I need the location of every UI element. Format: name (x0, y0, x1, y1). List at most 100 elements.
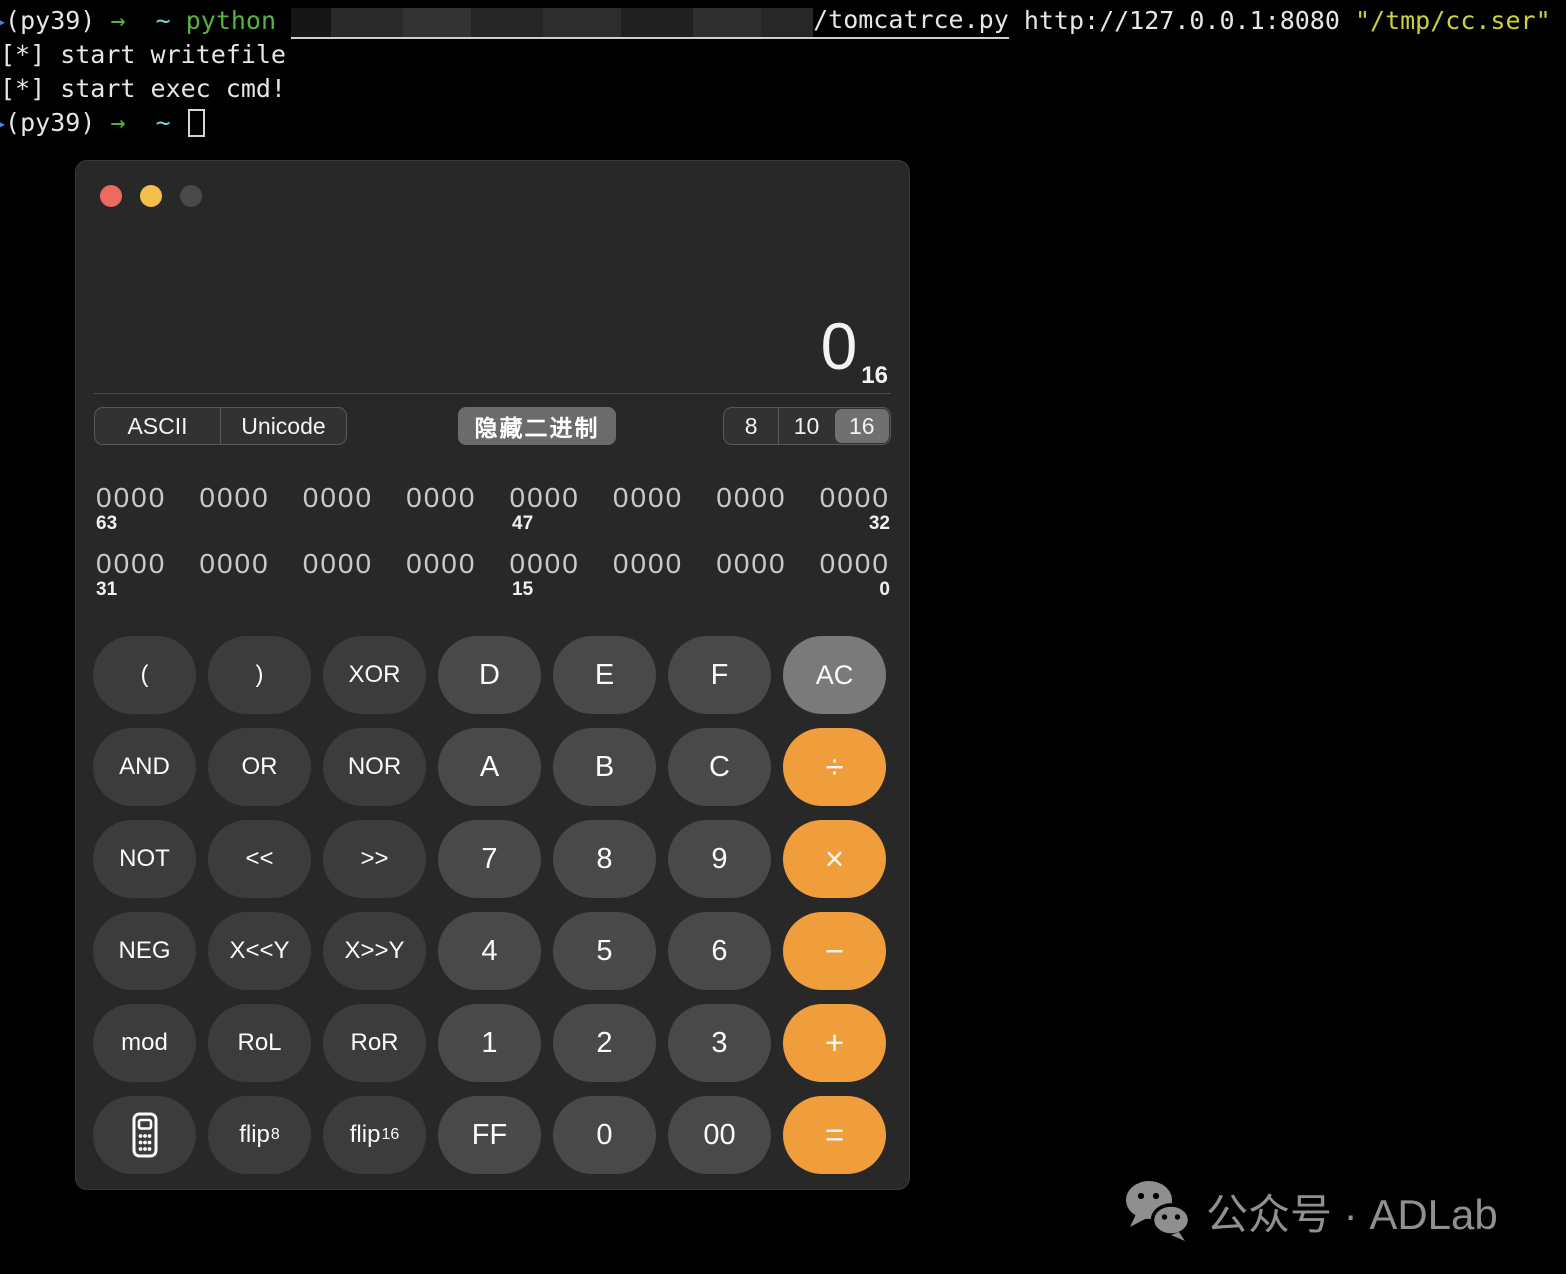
key-not[interactable]: NOT (93, 820, 196, 898)
window-controls (100, 185, 202, 207)
key-d[interactable]: D (438, 636, 541, 714)
key-add[interactable]: + (783, 1004, 886, 1082)
key-label: + (824, 1024, 845, 1061)
binary-nibble: 0000 (509, 548, 580, 579)
key-8[interactable]: 8 (553, 820, 656, 898)
key-nor[interactable]: NOR (323, 728, 426, 806)
key-paren-close[interactable]: ) (208, 636, 311, 714)
key-subtract[interactable]: − (783, 912, 886, 990)
bit-label: 47 (512, 513, 534, 534)
key-label: X<<Y (229, 937, 290, 964)
key-7[interactable]: 7 (438, 820, 541, 898)
key-and[interactable]: AND (93, 728, 196, 806)
segment-base-16[interactable]: 16 (834, 409, 889, 443)
key-label: X>>Y (344, 937, 405, 964)
key-show-keypad[interactable] (93, 1096, 196, 1174)
key-label: C (709, 750, 730, 783)
key-b[interactable]: B (553, 728, 656, 806)
key-label: 00 (703, 1118, 736, 1151)
key-label: 3 (711, 1026, 728, 1059)
key-or[interactable]: OR (208, 728, 311, 806)
wechat-icon (1126, 1181, 1191, 1241)
binary-panel: 0000 0000 0000 0000 0000 0000 0000 0000 63 47 3… (96, 482, 890, 617)
segment-base-10[interactable]: 10 (778, 408, 833, 444)
key-label: << (245, 845, 274, 872)
key-c[interactable]: C (668, 728, 771, 806)
close-button[interactable] (100, 185, 122, 207)
terminal-cursor[interactable] (187, 109, 205, 137)
key-4[interactable]: 4 (438, 912, 541, 990)
binary-nibble: 0000 (716, 548, 787, 579)
key-0[interactable]: 0 (553, 1096, 656, 1174)
key-flip8[interactable]: flip 8 (208, 1096, 311, 1174)
key-6[interactable]: 6 (668, 912, 771, 990)
bit-label: 0 (879, 579, 890, 600)
key-label: − (824, 932, 845, 969)
key-e[interactable]: E (553, 636, 656, 714)
key-paren-open[interactable]: ( (93, 636, 196, 714)
key-label: OR (241, 753, 278, 780)
prompt-env: (py39) (5, 6, 96, 35)
key-label: 2 (596, 1026, 613, 1059)
key-label: flip (349, 1121, 381, 1148)
binary-nibble: 0000 (199, 482, 270, 513)
binary-row-low: 0000 0000 0000 0000 0000 0000 0000 0000 (96, 548, 890, 580)
binary-nibble: 0000 (819, 548, 890, 579)
key-5[interactable]: 5 (553, 912, 656, 990)
binary-nibble: 0000 (199, 548, 270, 579)
key-shift-right[interactable]: >> (323, 820, 426, 898)
binary-nibble: 0000 (406, 482, 477, 513)
key-label: 0 (596, 1118, 613, 1151)
key-shift-left[interactable]: << (208, 820, 311, 898)
calculator-display: 0 16 (821, 308, 888, 390)
zoom-button-disabled (180, 185, 202, 207)
script-filename: /tomcatrce.py (813, 5, 1009, 34)
segment-base-8[interactable]: 8 (724, 408, 778, 444)
key-label: E (594, 658, 615, 691)
key-label: D (479, 658, 500, 691)
key-00[interactable]: 00 (668, 1096, 771, 1174)
key-neg[interactable]: NEG (93, 912, 196, 990)
binary-nibble: 0000 (406, 548, 477, 579)
key-label: × (824, 840, 845, 877)
key-ror[interactable]: RoR (323, 1004, 426, 1082)
terminal-output-line: [*] start writefile (0, 40, 286, 69)
keypad: () XOR D E F AC AND OR NOR A B C ÷ NOT << >> 7 8 9 × NEG X<<Y… (93, 636, 886, 1174)
prompt-arrow-icon: → (110, 108, 126, 137)
hide-binary-button[interactable]: 隐藏二进制 (458, 407, 616, 445)
key-xor[interactable]: XOR (323, 636, 426, 714)
binary-nibble: 0000 (96, 482, 167, 513)
key-x-shift-right-y[interactable]: X>>Y (323, 912, 426, 990)
key-ac[interactable]: AC (783, 636, 886, 714)
key-x-shift-left-y[interactable]: X<<Y (208, 912, 311, 990)
key-3[interactable]: 3 (668, 1004, 771, 1082)
key-label: flip (239, 1121, 270, 1148)
command-name: python (185, 6, 277, 35)
target-url: http://127.0.0.1:8080 (1023, 6, 1340, 35)
key-multiply[interactable]: × (783, 820, 886, 898)
encoding-segmented-control: ASCII Unicode (94, 407, 347, 445)
key-label: B (594, 750, 615, 783)
key-flip16[interactable]: flip 16 (323, 1096, 426, 1174)
prompt-path: ~ (155, 6, 171, 35)
key-ff[interactable]: FF (438, 1096, 541, 1174)
calculator-keypad-icon (132, 1112, 157, 1158)
key-mod[interactable]: mod (93, 1004, 196, 1082)
key-2[interactable]: 2 (553, 1004, 656, 1082)
key-label: 9 (711, 842, 728, 875)
segment-unicode[interactable]: Unicode (220, 408, 346, 444)
key-divide[interactable]: ÷ (783, 728, 886, 806)
key-equals[interactable]: = (783, 1096, 886, 1174)
display-value: 0 (820, 309, 859, 383)
terminal-command-line: ▶(py39) → ~ python /tomcatrce.py http://… (0, 3, 1566, 39)
key-label: 5 (596, 934, 613, 967)
key-a[interactable]: A (438, 728, 541, 806)
minimize-button[interactable] (140, 185, 162, 207)
key-f[interactable]: F (668, 636, 771, 714)
bit-label: 63 (96, 513, 118, 534)
redacted-script-path: /tomcatrce.py (291, 3, 1009, 39)
key-1[interactable]: 1 (438, 1004, 541, 1082)
key-9[interactable]: 9 (668, 820, 771, 898)
segment-ascii[interactable]: ASCII (95, 408, 220, 444)
key-rol[interactable]: RoL (208, 1004, 311, 1082)
